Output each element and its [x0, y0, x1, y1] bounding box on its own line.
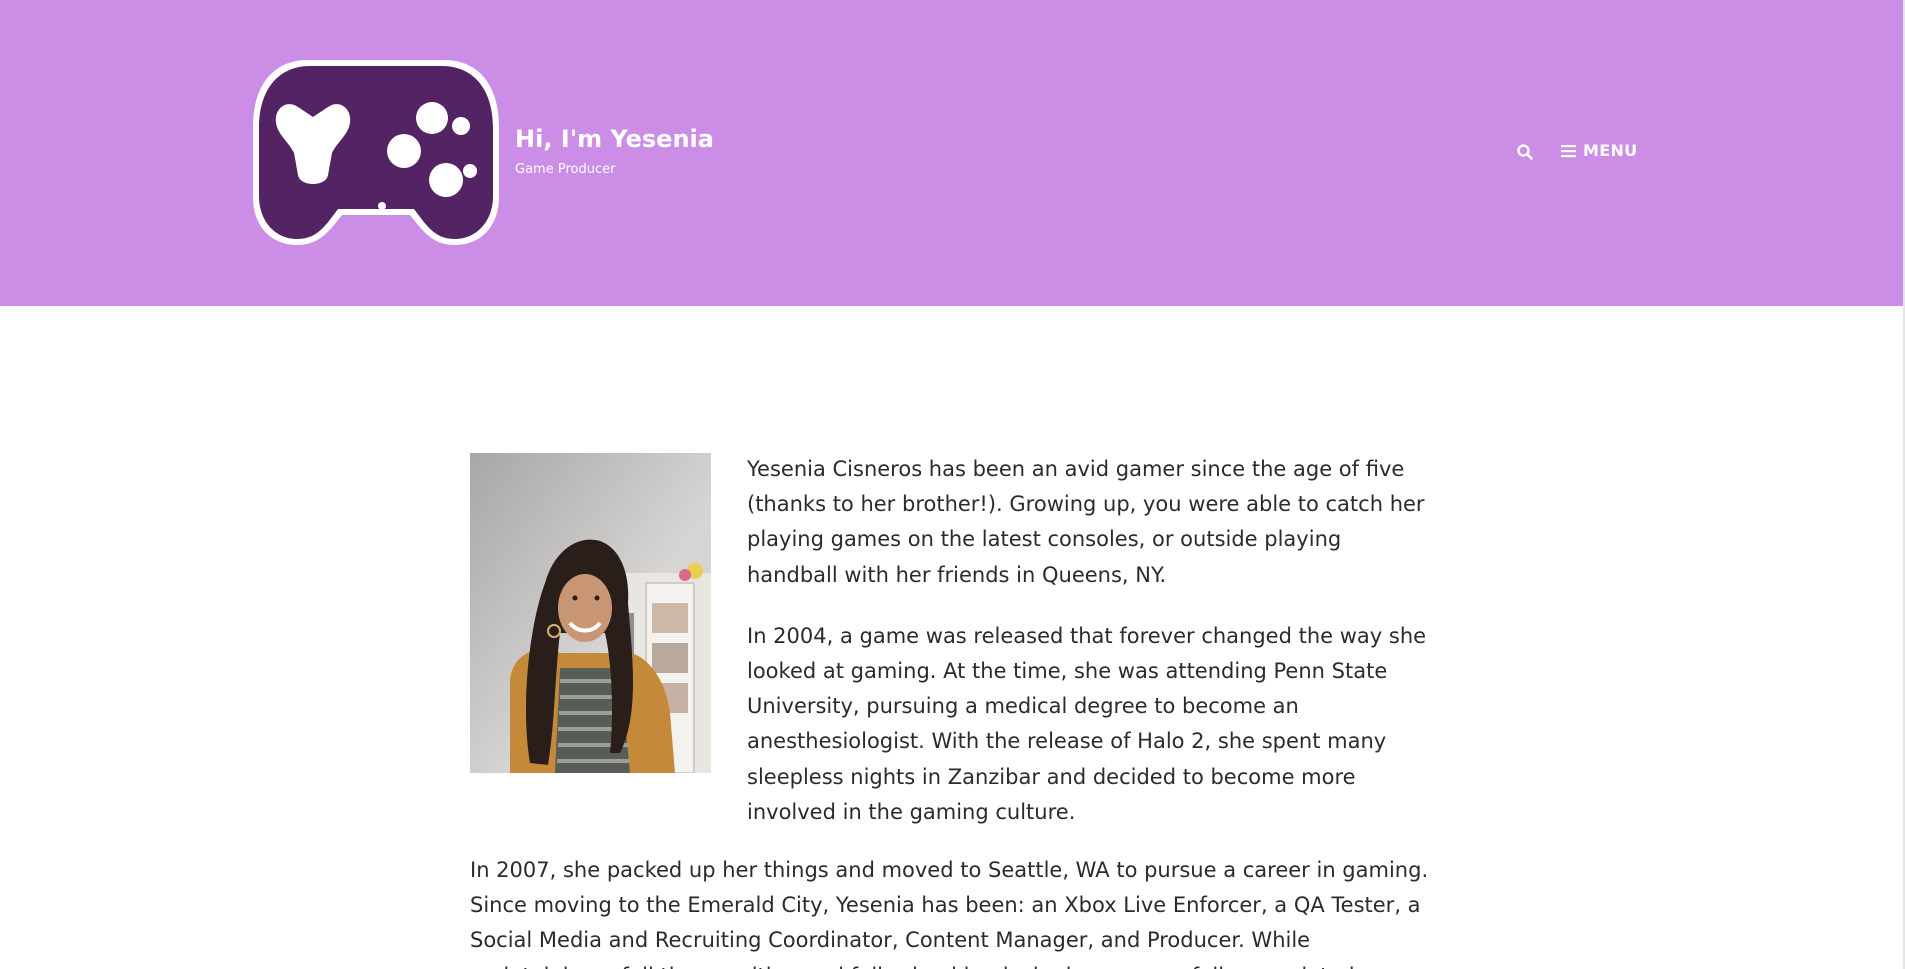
bio-paragraph-1: Yesenia Cisneros has been an avid gamer … — [747, 457, 1425, 587]
bio-paragraph-2: In 2004, a game was released that foreve… — [747, 623, 1427, 824]
site-branding: Hi, I'm Yesenia Game Producer — [515, 124, 714, 177]
hamburger-icon — [1561, 144, 1576, 157]
search-button[interactable] — [1516, 143, 1536, 163]
site-header: Hi, I'm Yesenia Game Producer MENU — [0, 0, 1903, 306]
menu-label: MENU — [1583, 141, 1638, 160]
site-title[interactable]: Hi, I'm Yesenia — [515, 124, 714, 154]
menu-button[interactable]: MENU — [1561, 141, 1637, 160]
game-controller-logo-icon[interactable] — [250, 57, 502, 248]
portrait-photo — [470, 453, 711, 773]
site-tagline: Game Producer — [515, 162, 616, 177]
intro-text: Yesenia Cisneros has been an avid gamer … — [747, 452, 1427, 830]
page: Hi, I'm Yesenia Game Producer MENU Yesen… — [0, 0, 1905, 969]
search-icon — [1517, 144, 1533, 160]
bio-paragraph-3: In 2007, she packed up her things and mo… — [470, 858, 1429, 969]
